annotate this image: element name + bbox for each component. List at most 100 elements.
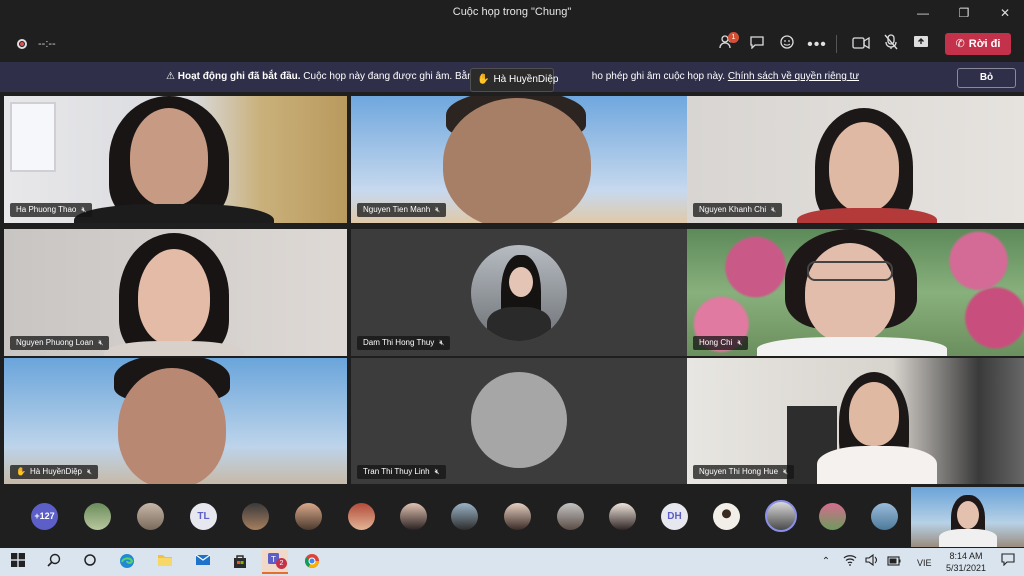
- avatar[interactable]: [137, 503, 164, 530]
- raised-hand-notification: ✋ Hà HuyềnDiệp: [470, 68, 559, 92]
- person-face: [805, 243, 895, 343]
- chrome-app[interactable]: [302, 553, 322, 571]
- avatar[interactable]: [295, 503, 322, 530]
- avatar[interactable]: TL: [190, 503, 217, 530]
- avatar[interactable]: [819, 503, 846, 530]
- file-explorer-app[interactable]: [155, 553, 175, 571]
- mic-off-icon: 🔇︎: [98, 338, 104, 347]
- chat-icon: [750, 36, 764, 50]
- edge-icon: [120, 554, 134, 568]
- raised-hand-name: Hà HuyềnDiệp: [493, 74, 559, 85]
- avatar[interactable]: [451, 503, 478, 530]
- task-view-button[interactable]: [80, 553, 100, 571]
- avatar[interactable]: DH: [661, 503, 688, 530]
- avatar[interactable]: [242, 503, 269, 530]
- self-video-preview[interactable]: [911, 487, 1024, 547]
- avatar[interactable]: [504, 503, 531, 530]
- participants-badge: 1: [728, 32, 739, 43]
- participant-name: ✋ Hà HuyềnDiệp 🔇︎: [10, 465, 99, 479]
- clock-time[interactable]: 8:14 AM: [946, 551, 986, 561]
- store-icon: [234, 555, 246, 568]
- participant-name: Dam Thi Hong Thuy 🔇︎: [357, 336, 451, 350]
- network-button[interactable]: [840, 553, 860, 571]
- dismiss-button[interactable]: Bỏ: [957, 68, 1016, 88]
- search-icon: [47, 553, 61, 567]
- avatar[interactable]: [557, 503, 584, 530]
- video-tile[interactable]: Nguyen Khanh Chi 🔇︎: [687, 96, 1024, 223]
- show-hidden-icons-button[interactable]: ⌃: [816, 553, 836, 571]
- mic-off-icon: 🔇︎: [87, 467, 93, 476]
- camera-toggle-button[interactable]: [850, 34, 872, 54]
- video-tile[interactable]: Dam Thi Hong Thuy 🔇︎: [351, 229, 694, 356]
- toolbar-divider: [836, 35, 837, 53]
- raised-hand-icon: ✋: [477, 74, 490, 85]
- mic-off-icon: 🔇︎: [783, 467, 789, 476]
- video-tile[interactable]: Tran Thi Thuy Linh 🔇︎: [351, 358, 694, 485]
- maximize-button[interactable]: ❐: [949, 3, 979, 23]
- participant-name: Hong Chi 🔇︎: [693, 336, 749, 350]
- meeting-toolbar: --:-- 1 ••• ✆ Rời đi: [0, 26, 1024, 62]
- video-tile[interactable]: Hong Chi 🔇︎: [687, 229, 1024, 356]
- avatar[interactable]: [348, 503, 375, 530]
- warning-icon: ⚠︎: [166, 71, 175, 82]
- person-face: [138, 249, 210, 345]
- person-face: [849, 382, 899, 446]
- phone-icon: ✆: [955, 38, 965, 50]
- volume-button[interactable]: [862, 553, 882, 571]
- banner-bold-text: Hoạt động ghi đã bắt đầu.: [177, 71, 301, 82]
- person-body: [817, 446, 937, 485]
- video-tile[interactable]: Nguyen Thi Hong Hue 🔇︎: [687, 358, 1024, 485]
- overflow-participants-button[interactable]: +127: [31, 503, 58, 530]
- mic-off-icon: 🔇︎: [434, 467, 440, 476]
- chat-button[interactable]: [746, 34, 768, 54]
- reactions-button[interactable]: [776, 34, 798, 54]
- person-body: [757, 337, 947, 356]
- share-screen-button[interactable]: [910, 34, 932, 54]
- edge-app[interactable]: [117, 553, 137, 571]
- raised-hand-icon: ✋: [16, 467, 26, 476]
- notification-icon: [1001, 553, 1015, 567]
- avatar[interactable]: [400, 503, 427, 530]
- privacy-policy-link[interactable]: Chính sách về quyền riêng tư: [728, 71, 859, 82]
- mic-off-icon: 🔇︎: [435, 205, 441, 214]
- wifi-icon: [843, 555, 857, 566]
- mic-toggle-button[interactable]: [880, 34, 902, 54]
- task-view-icon: [84, 554, 96, 566]
- avatar[interactable]: [84, 503, 111, 530]
- avatar[interactable]: [871, 503, 898, 530]
- reactions-icon: [780, 35, 794, 49]
- notifications-button[interactable]: [998, 553, 1018, 571]
- video-tile[interactable]: Nguyen Tien Manh 🔇︎: [351, 96, 694, 223]
- avatar-speaking[interactable]: [765, 500, 797, 532]
- person-body: [104, 341, 244, 356]
- participant-name: Nguyen Tien Manh 🔇︎: [357, 203, 447, 217]
- search-button[interactable]: [44, 553, 64, 571]
- teams-app[interactable]: T 2: [262, 550, 288, 574]
- avatar: [471, 372, 567, 468]
- window-background: [10, 102, 56, 172]
- close-window-button[interactable]: ✕: [990, 3, 1020, 23]
- video-tile[interactable]: ✋ Hà HuyềnDiệp 🔇︎: [4, 358, 347, 485]
- participant-name: Tran Thi Thuy Linh 🔇︎: [357, 465, 446, 479]
- mic-off-icon: 🔇︎: [439, 338, 445, 347]
- participants-button[interactable]: 1: [716, 32, 739, 54]
- mail-app[interactable]: [193, 553, 213, 571]
- leave-button[interactable]: ✆ Rời đi: [945, 33, 1011, 55]
- video-tile[interactable]: Ha Phuong Thao 🔇︎: [4, 96, 347, 223]
- start-button[interactable]: [8, 553, 28, 571]
- speaker-icon: [865, 553, 878, 567]
- mail-icon: [195, 554, 211, 565]
- store-app[interactable]: [230, 553, 250, 571]
- mic-off-icon: 🔇︎: [81, 205, 87, 214]
- minimize-button[interactable]: —: [908, 3, 938, 23]
- person-face: [829, 122, 899, 212]
- more-actions-button[interactable]: •••: [806, 34, 828, 54]
- avatar[interactable]: [609, 503, 636, 530]
- input-language[interactable]: VIE: [917, 558, 932, 568]
- participant-name: Nguyen Phuong Loan 🔇︎: [10, 336, 110, 350]
- avatar[interactable]: [713, 503, 740, 530]
- video-tile[interactable]: Nguyen Phuong Loan 🔇︎: [4, 229, 347, 356]
- participant-strip: +127 TL DH: [0, 484, 1024, 548]
- clock-date[interactable]: 5/31/2021: [940, 563, 992, 573]
- battery-button[interactable]: [884, 553, 904, 571]
